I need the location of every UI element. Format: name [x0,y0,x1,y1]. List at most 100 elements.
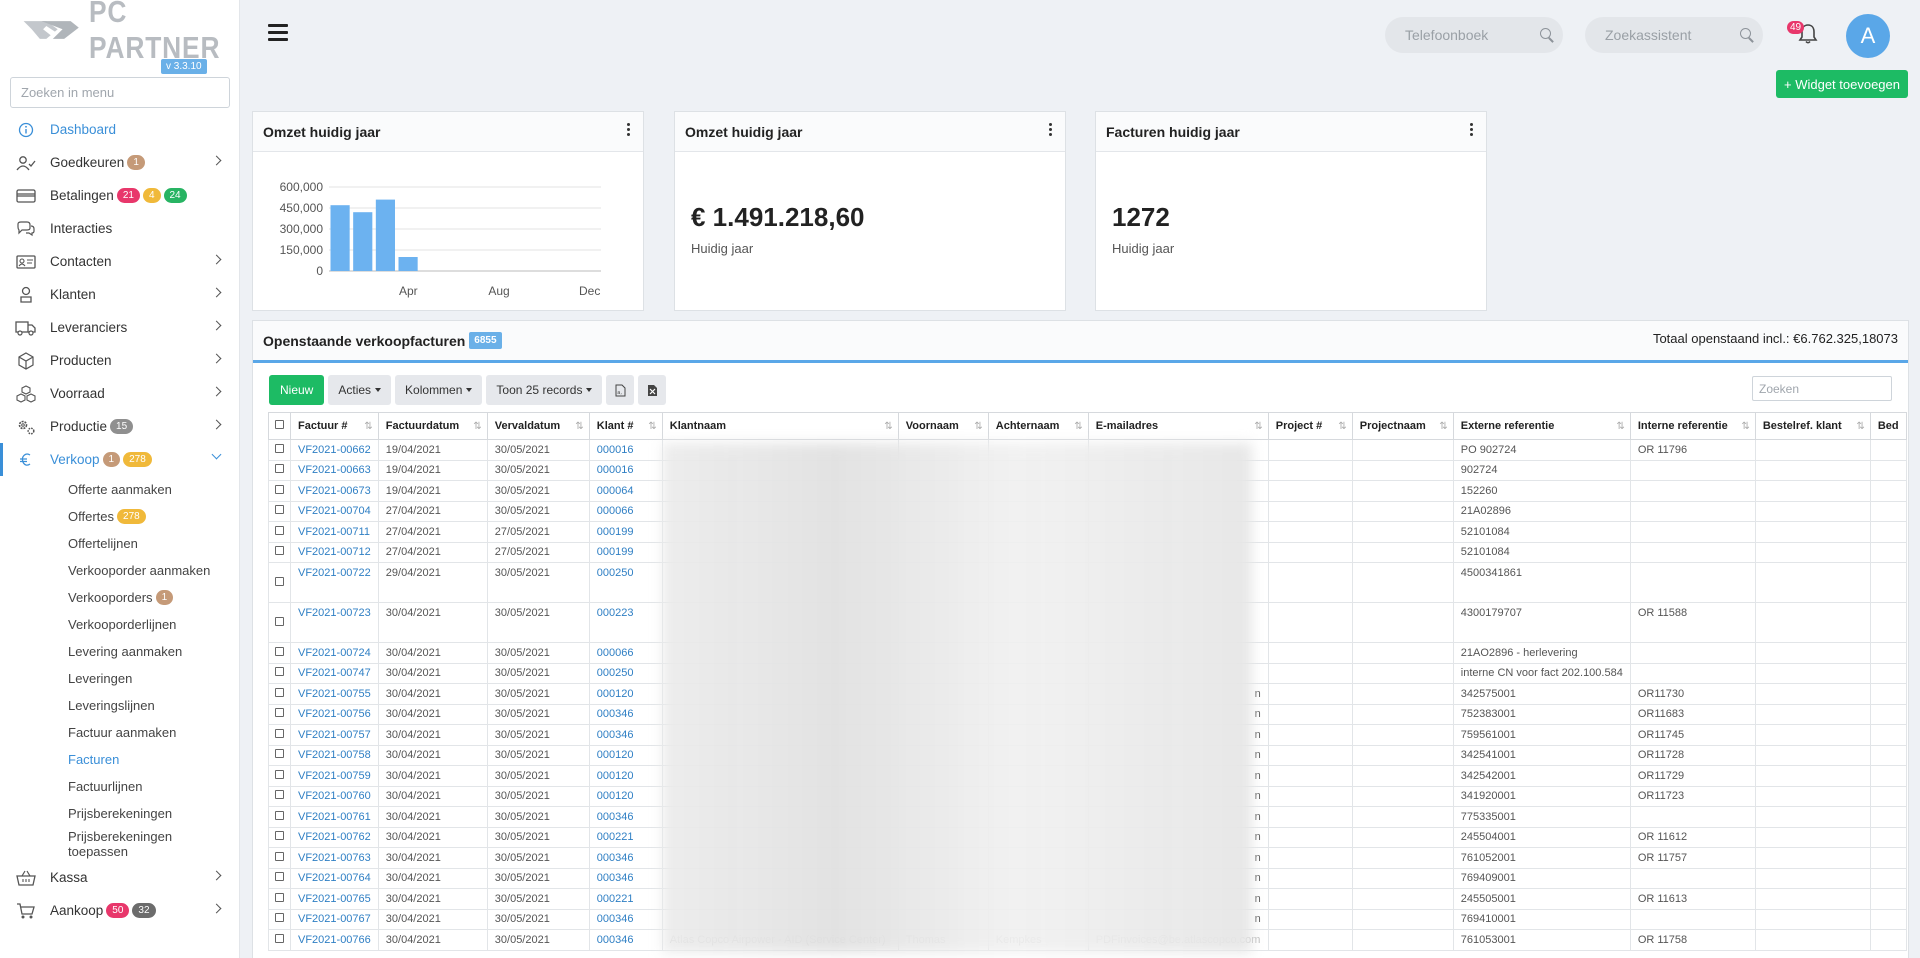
table-cell[interactable]: VF2021-00755 [290,683,379,705]
table-cell[interactable]: 000346 [588,724,663,746]
table-cell[interactable]: 000250 [588,562,663,603]
table-cell[interactable]: VF2021-00757 [290,724,379,746]
column-header[interactable]: Projectnaam ⇅ [1351,412,1454,440]
table-cell[interactable]: 000221 [588,826,663,848]
table-cell[interactable]: 000199 [588,541,663,563]
column-header[interactable]: Klantnaam ⇅ [661,412,899,440]
table-cell[interactable]: VF2021-00724 [290,642,379,664]
sidebar-item-kassa[interactable]: Kassa [0,861,240,894]
new-invoice-button[interactable]: Nieuw [269,375,325,405]
submenu-item-verkooporder-aanmaken[interactable]: Verkooporder aanmaken [0,557,240,584]
table-cell[interactable]: 000199 [588,521,663,543]
row-checkbox[interactable] [268,480,291,502]
row-checkbox[interactable] [268,929,291,951]
table-cell[interactable]: 000221 [588,888,663,910]
row-checkbox[interactable] [268,541,291,563]
table-cell[interactable]: 000250 [588,662,663,684]
table-cell[interactable]: VF2021-00766 [290,929,379,951]
table-cell[interactable]: VF2021-00762 [290,826,379,848]
sidebar-item-aankoop[interactable]: Aankoop 50 32 [0,894,240,927]
sort-icon[interactable]: ⇅ [1616,421,1624,432]
sidebar-item-interacties[interactable]: Interacties [0,212,240,245]
column-header[interactable]: E-mailadres ⇅ [1087,412,1269,440]
sidebar-item-dashboard[interactable]: Dashboard [0,113,240,146]
row-checkbox[interactable] [268,908,291,930]
column-header[interactable]: Bed [1869,412,1907,440]
submenu-item-prijsberekeningen-toepassen[interactable]: Prijsberekeningen toepassen [0,827,240,861]
table-cell[interactable]: 000346 [588,929,663,951]
row-checkbox[interactable] [268,662,291,684]
row-checkbox[interactable] [268,888,291,910]
table-cell[interactable]: 000016 [588,459,663,481]
row-checkbox[interactable] [268,602,291,643]
column-header[interactable]: Bestelref. klant ⇅ [1754,412,1871,440]
submenu-item-factuur-aanmaken[interactable]: Factuur aanmaken [0,719,240,746]
table-cell[interactable]: 000120 [588,785,663,807]
sort-icon[interactable]: ⇅ [884,421,892,432]
row-checkbox[interactable] [268,500,291,522]
row-checkbox[interactable] [268,439,291,461]
column-header[interactable]: Vervaldatum ⇅ [486,412,590,440]
sort-icon[interactable]: ⇅ [364,421,372,432]
table-cell[interactable]: VF2021-00767 [290,908,379,930]
export-csv-button[interactable]: a, [606,375,635,405]
avatar[interactable]: A [1846,14,1890,58]
phonebook-search-input[interactable] [1385,17,1563,53]
table-cell[interactable]: 000346 [588,703,663,725]
table-cell[interactable]: 000064 [588,480,663,502]
column-header[interactable]: Achternaam ⇅ [987,412,1089,440]
columns-dropdown[interactable]: Kolommen [395,375,483,405]
submenu-item-factuurlijnen[interactable]: Factuurlijnen [0,773,240,800]
page-size-dropdown[interactable]: Toon 25 records [486,375,603,405]
row-checkbox[interactable] [268,826,291,848]
sidebar-item-contacten[interactable]: Contacten [0,245,240,278]
select-all-checkbox[interactable] [268,412,291,440]
table-cell[interactable]: VF2021-00756 [290,703,379,725]
table-cell[interactable]: VF2021-00765 [290,888,379,910]
search-icon[interactable] [1540,28,1554,42]
assistant-search-input[interactable] [1585,17,1763,53]
sort-icon[interactable]: ⇅ [1254,421,1262,432]
table-cell[interactable]: 000346 [588,867,663,889]
sort-icon[interactable]: ⇅ [1338,421,1346,432]
submenu-item-leveringen[interactable]: Leveringen [0,665,240,692]
row-checkbox[interactable] [268,744,291,766]
export-excel-button[interactable] [638,375,667,405]
submenu-item-verkooporders[interactable]: Verkooporders 1 [0,584,240,611]
logo[interactable]: PC PARTNER [22,0,259,65]
bar-apr[interactable] [398,257,418,271]
sort-icon[interactable]: ⇅ [575,421,583,432]
row-checkbox[interactable] [268,765,291,787]
row-checkbox[interactable] [268,847,291,869]
kebab-menu-icon[interactable] [1049,123,1053,137]
sidebar-item-leveranciers[interactable]: Leveranciers [0,311,240,344]
submenu-item-facturen[interactable]: Facturen [0,746,240,773]
column-header[interactable]: Voornaam ⇅ [897,412,989,440]
table-cell[interactable]: VF2021-00712 [290,541,379,563]
sort-icon[interactable]: ⇅ [1074,421,1082,432]
table-cell[interactable]: VF2021-00764 [290,867,379,889]
sidebar-item-producten[interactable]: Producten [0,344,240,377]
sort-icon[interactable]: ⇅ [473,421,481,432]
row-checkbox[interactable] [268,785,291,807]
table-cell[interactable]: 000223 [588,602,663,643]
table-cell[interactable]: VF2021-00673 [290,480,379,502]
search-icon[interactable] [1740,28,1754,42]
table-cell[interactable]: VF2021-00704 [290,500,379,522]
column-header[interactable]: Factuurdatum ⇅ [377,412,488,440]
row-checkbox[interactable] [268,459,291,481]
row-checkbox[interactable] [268,562,291,603]
submenu-item-verkooporderlijnen[interactable]: Verkooporderlijnen [0,611,240,638]
row-checkbox[interactable] [268,703,291,725]
column-header[interactable]: Interne referentie ⇅ [1629,412,1756,440]
sidebar-item-verkoop[interactable]: Verkoop 1 278 [0,443,240,476]
table-cell[interactable]: VF2021-00758 [290,744,379,766]
sort-icon[interactable]: ⇅ [974,421,982,432]
table-cell[interactable]: VF2021-00663 [290,459,379,481]
table-cell[interactable]: 000066 [588,500,663,522]
row-checkbox[interactable] [268,867,291,889]
table-cell[interactable]: VF2021-00761 [290,806,379,828]
submenu-item-offertes[interactable]: Offertes 278 [0,503,240,530]
bar-mrt[interactable] [375,199,395,271]
sidebar-item-goedkeuren[interactable]: Goedkeuren 1 [0,146,240,179]
